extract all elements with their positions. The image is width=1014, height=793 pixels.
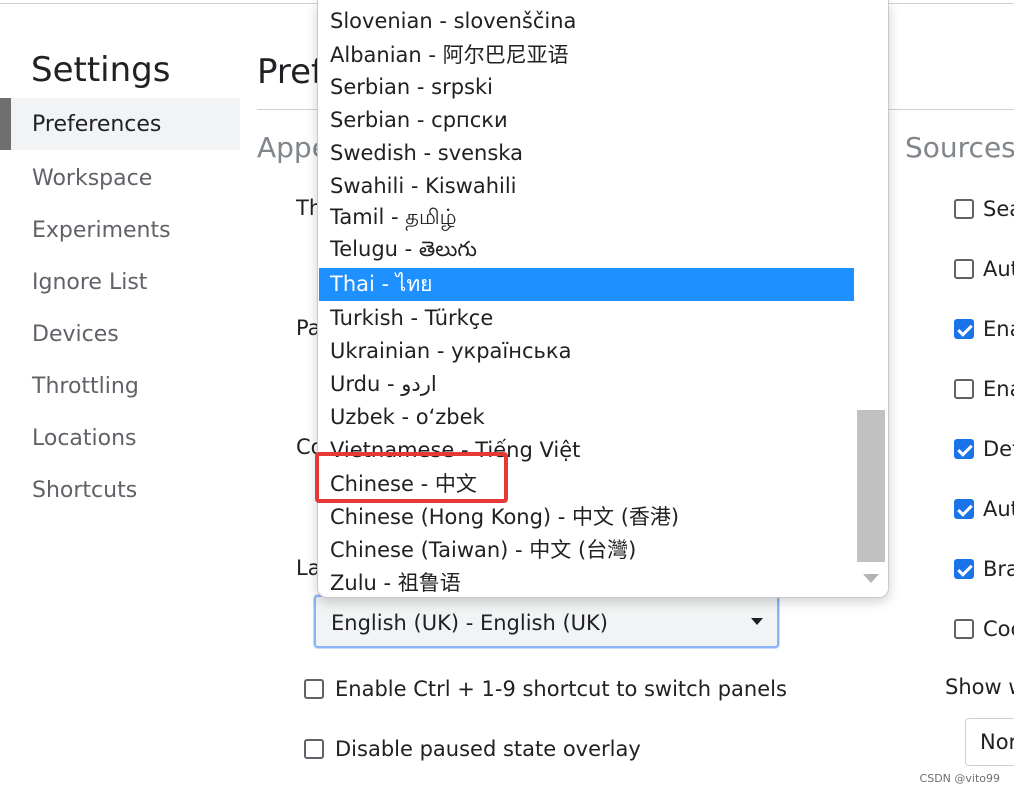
ctrl-shortcut-checkbox-row[interactable]: Enable Ctrl + 1-9 shortcut to switch pan… [304, 677, 824, 707]
language-option-highlighted[interactable]: Thai - ไทย [319, 268, 854, 301]
page-title: Pref [257, 52, 324, 92]
sources-checkbox-row[interactable]: Bra [954, 557, 1014, 587]
sidebar-item-label: Locations [32, 425, 137, 451]
show-whitespace-label: Show w [945, 675, 1014, 699]
dropdown-scrollbar-thumb[interactable] [857, 410, 885, 562]
paused-overlay-checkbox-label: Disable paused state overlay [335, 737, 641, 761]
language-dropdown-list[interactable]: Slovenian - slovenščina Albanian - 阿尔巴尼亚… [317, 0, 889, 598]
watermark: CSDN @vito99 [919, 772, 1000, 785]
sidebar-item-locations[interactable]: Locations [0, 412, 240, 464]
scroll-down-arrow-icon[interactable] [863, 574, 879, 583]
sources-checkbox-label: Ena [983, 317, 1014, 341]
language-option[interactable]: Uzbek - o‘zbek [319, 400, 854, 433]
sources-checkbox-row[interactable]: Ena [954, 317, 1014, 347]
annotation-highlight-box [315, 452, 508, 503]
sources-checkbox-label: Coc [983, 617, 1014, 641]
language-option[interactable]: Serbian - srpski [319, 70, 854, 103]
ctrl-shortcut-checkbox[interactable] [304, 679, 324, 699]
sidebar-item-throttling[interactable]: Throttling [0, 360, 240, 412]
sources-checkbox-row[interactable]: Ena [954, 377, 1014, 407]
sidebar-item-label: Throttling [32, 373, 139, 399]
language-option[interactable]: Chinese (Taiwan) - 中文 (台灣) [319, 532, 854, 565]
language-option[interactable]: Urdu - اردو [319, 367, 854, 400]
sidebar-item-label: Devices [32, 321, 119, 347]
sources-checkbox[interactable] [954, 379, 974, 399]
sidebar-item-label: Ignore List [32, 269, 148, 295]
sources-checkbox-label: Aut [983, 257, 1014, 281]
language-option[interactable]: Ukrainian - українська [319, 334, 854, 367]
sidebar-item-workspace[interactable]: Workspace [0, 152, 240, 204]
sidebar-item-shortcuts[interactable]: Shortcuts [0, 464, 240, 516]
language-option[interactable]: Tamil - தமிழ் [319, 202, 854, 235]
sidebar-item-preferences[interactable]: Preferences [0, 98, 240, 150]
language-option[interactable]: Zulu - 祖鲁语 [319, 565, 854, 597]
sources-checkbox-label: Det [983, 437, 1014, 461]
language-option[interactable]: Turkish - Türkçe [319, 301, 854, 334]
sources-checkbox[interactable] [954, 199, 974, 219]
sidebar-item-label: Shortcuts [32, 477, 138, 503]
ctrl-shortcut-checkbox-label: Enable Ctrl + 1-9 shortcut to switch pan… [335, 677, 787, 701]
sources-checkbox-row[interactable]: Aut [954, 257, 1014, 287]
sources-checkbox[interactable] [954, 559, 974, 579]
language-option[interactable]: Telugu - తెలుగు [319, 235, 854, 268]
sources-checkbox[interactable] [954, 439, 974, 459]
sources-checkbox[interactable] [954, 499, 974, 519]
sidebar-item-label: Preferences [32, 111, 162, 137]
settings-title: Settings [31, 50, 171, 90]
sidebar-item-label: Workspace [32, 165, 153, 191]
sidebar-item-devices[interactable]: Devices [0, 308, 240, 360]
sources-checkbox[interactable] [954, 319, 974, 339]
language-option[interactable]: Albanian - 阿尔巴尼亚语 [319, 37, 854, 70]
sidebar-item-experiments[interactable]: Experiments [0, 204, 240, 256]
language-option[interactable]: Serbian - српски [319, 103, 854, 136]
sources-checkbox[interactable] [954, 619, 974, 639]
sources-checkbox-label: Ena [983, 377, 1014, 401]
paused-overlay-checkbox-row[interactable]: Disable paused state overlay [304, 737, 704, 767]
sources-checkbox[interactable] [954, 259, 974, 279]
language-select-value: English (UK) - English (UK) [331, 611, 608, 635]
sources-checkbox-label: Bra [983, 557, 1014, 581]
sources-checkbox-row[interactable]: Sea [954, 197, 1014, 227]
language-option[interactable]: Swedish - svenska [319, 136, 854, 169]
show-whitespace-select[interactable]: Nor [965, 718, 1014, 766]
language-option[interactable]: Slovenian - slovenščina [319, 4, 854, 37]
sources-checkbox-label: Aut [983, 497, 1014, 521]
sources-heading: Sources [905, 131, 1014, 164]
sources-checkbox-label: Sea [983, 197, 1014, 221]
chevron-down-icon [751, 618, 763, 625]
language-option[interactable]: Swahili - Kiswahili [319, 169, 854, 202]
show-whitespace-select-value: Nor [980, 730, 1014, 754]
sources-checkbox-row[interactable]: Coc [954, 617, 1014, 647]
sources-checkbox-row[interactable]: Aut [954, 497, 1014, 527]
paused-overlay-checkbox[interactable] [304, 739, 324, 759]
language-select[interactable]: English (UK) - English (UK) [314, 595, 779, 648]
sources-checkbox-row[interactable]: Det [954, 437, 1014, 467]
sidebar-item-ignore-list[interactable]: Ignore List [0, 256, 240, 308]
language-option[interactable]: Chinese (Hong Kong) - 中文 (香港) [319, 499, 854, 532]
sidebar-item-label: Experiments [32, 217, 171, 243]
